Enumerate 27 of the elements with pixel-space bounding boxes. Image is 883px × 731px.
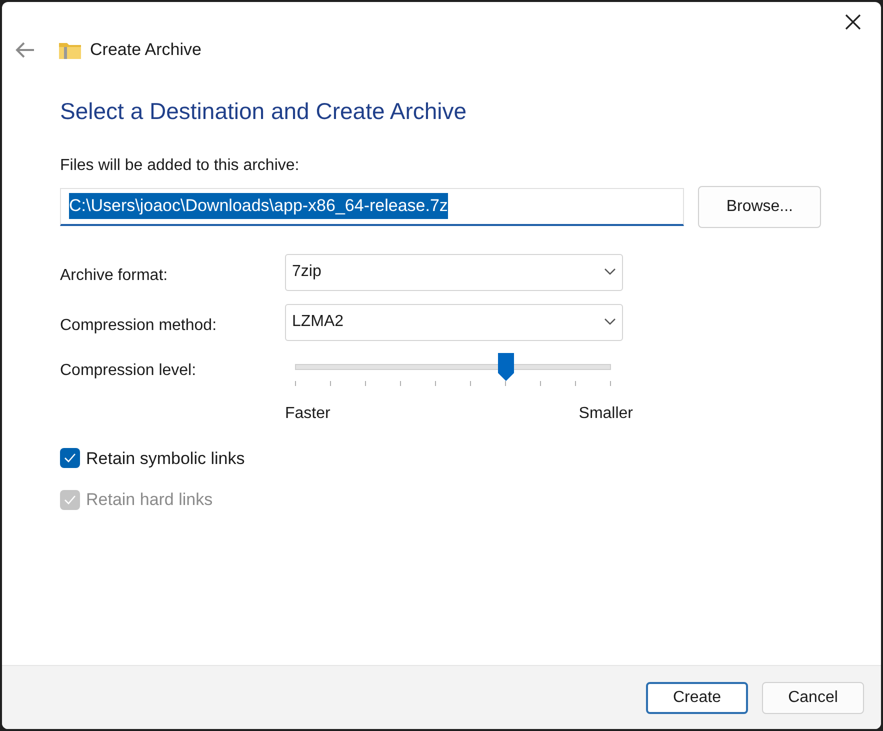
check-icon xyxy=(64,453,76,464)
folder-zipper-icon xyxy=(58,40,82,60)
dropdown-value: 7zip xyxy=(292,262,322,282)
checkbox-label: Retain symbolic links xyxy=(86,448,245,470)
destination-label: Files will be added to this archive: xyxy=(60,156,300,176)
smaller-label: Smaller xyxy=(578,404,633,424)
option-label: Archive format: xyxy=(60,266,169,286)
dropdown[interactable]: 7zip xyxy=(285,254,623,290)
browse-button[interactable]: Browse... xyxy=(698,186,821,228)
checkbox-label: Retain hard links xyxy=(86,489,213,511)
chevron-down-icon xyxy=(604,318,616,326)
dialog-button[interactable]: Cancel xyxy=(762,682,864,714)
destination-field[interactable]: C:\Users\joaoc\Downloads\app-x86_64-release.7z xyxy=(60,188,684,226)
option-label: Compression method: xyxy=(60,316,218,336)
checkbox[interactable] xyxy=(60,448,80,468)
dropdown[interactable]: LZMA2 xyxy=(285,304,623,340)
compression-level-label: Compression level: xyxy=(60,360,198,380)
chevron-down-icon xyxy=(604,268,616,276)
dropdown-value: LZMA2 xyxy=(292,312,344,332)
slider-thumb[interactable] xyxy=(498,352,514,380)
back-arrow-icon[interactable] xyxy=(14,41,36,59)
page-heading: Select a Destination and Create Archive xyxy=(60,97,468,126)
close-icon[interactable] xyxy=(843,12,863,32)
dialog-button[interactable]: Create xyxy=(646,682,748,714)
check-icon xyxy=(64,494,76,505)
faster-label: Faster xyxy=(285,404,330,424)
window-title: Create Archive xyxy=(90,39,202,62)
